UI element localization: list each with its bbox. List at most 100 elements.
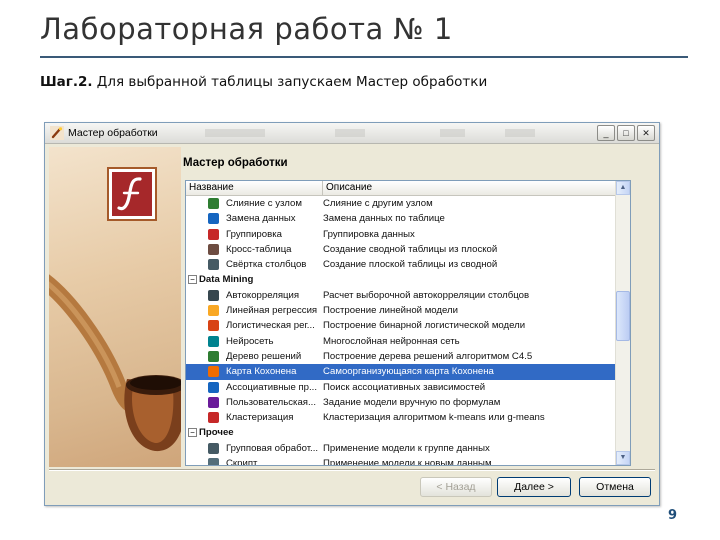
item-description: Применение модели к новым данным <box>323 458 492 466</box>
list-vertical-scrollbar[interactable]: ▲ ▼ <box>615 181 630 465</box>
wizard-wand-icon <box>50 126 64 140</box>
next-button[interactable]: Далее > <box>497 477 571 497</box>
group-label: Прочее <box>199 427 234 439</box>
group-icon <box>208 228 219 240</box>
item-description: Построение бинарной логистической модели <box>323 320 526 332</box>
list-group-row[interactable]: − Data Mining <box>186 272 616 287</box>
linear-regression-icon <box>208 305 219 317</box>
item-name: Скрипт <box>226 458 258 466</box>
window-titlebar[interactable]: Мастер обработки _ □ ✕ <box>45 123 659 144</box>
user-model-icon <box>208 396 219 408</box>
page-number: 9 <box>668 508 678 523</box>
replace-icon <box>208 213 219 225</box>
decision-tree-icon <box>208 350 219 362</box>
list-item[interactable]: Кластеризация Кластеризация алгоритмом k-… <box>186 410 616 425</box>
neural-net-icon <box>208 335 219 347</box>
list-item[interactable]: Линейная регрессия Построение линейной мо… <box>186 303 616 318</box>
window-title: Мастер обработки <box>68 127 158 139</box>
item-name: Дерево решений <box>226 350 302 362</box>
kohonen-map-icon <box>208 366 219 378</box>
button-area-divider <box>49 469 655 471</box>
background-ghost-text <box>505 129 535 137</box>
item-description: Кластеризация алгоритмом k-means или g-m… <box>323 412 545 424</box>
association-rules-icon <box>208 381 219 393</box>
merge-icon <box>208 198 219 209</box>
scroll-up-arrow-icon[interactable]: ▲ <box>616 181 630 195</box>
item-description: Задание модели вручную по формулам <box>323 396 501 408</box>
tree-collapse-icon[interactable]: − <box>188 275 197 285</box>
item-name: Замена данных <box>226 213 296 225</box>
item-description: Группировка данных <box>323 228 415 240</box>
background-ghost-text <box>440 129 465 137</box>
pipe-illustration-icon <box>49 274 181 452</box>
fold-columns-icon <box>208 259 219 271</box>
item-description: Создание плоской таблицы из сводной <box>323 259 498 271</box>
list-item[interactable]: Групповая обработ... Применение модели к … <box>186 441 616 456</box>
list-item[interactable]: Дерево решений Построение дерева решений … <box>186 349 616 364</box>
item-name: Кластеризация <box>226 412 294 424</box>
crosstab-icon <box>208 243 219 255</box>
item-name: Карта Кохонена <box>226 366 297 378</box>
item-name: Свёртка столбцов <box>226 259 307 271</box>
processor-list[interactable]: Название Описание Слияние с узлом Слияние… <box>185 180 631 466</box>
item-description: Применение модели к группе данных <box>323 442 490 454</box>
item-name: Кросс-таблица <box>226 243 292 255</box>
item-description: Создание сводной таблицы из плоской <box>323 243 498 255</box>
step-label: Шаг.2. <box>40 74 93 90</box>
cancel-button[interactable]: Отмена <box>579 477 651 497</box>
list-item[interactable]: Ассоциативные пр... Поиск ассоциативных з… <box>186 380 616 395</box>
list-item[interactable]: Логистическая рег... Построение бинарной … <box>186 318 616 333</box>
item-description: Расчет выборочной автокорреляции столбцо… <box>323 289 530 301</box>
minimize-button[interactable]: _ <box>597 125 615 141</box>
item-description: Поиск ассоциативных зависимостей <box>323 381 486 393</box>
column-header-description[interactable]: Описание <box>323 181 616 195</box>
item-name: Групповая обработ... <box>226 442 318 454</box>
list-item[interactable]: Автокорреляция Расчет выборочной автокорр… <box>186 288 616 303</box>
background-ghost-text <box>335 129 365 137</box>
list-item[interactable]: Свёртка столбцов Создание плоской таблицы… <box>186 257 616 272</box>
title-underline <box>40 56 688 58</box>
clustering-icon <box>208 412 219 424</box>
list-item[interactable]: Группировка Группировка данных <box>186 227 616 242</box>
group-label: Data Mining <box>199 274 254 286</box>
item-description: Построение дерева решений алгоритмом C4.… <box>323 350 533 362</box>
list-item[interactable]: Слияние с узлом Слияние с другим узлом <box>186 196 616 211</box>
list-column-header: Название Описание <box>186 181 616 196</box>
item-name: Логистическая рег... <box>226 320 315 332</box>
list-item[interactable]: Замена данных Замена данных по таблице <box>186 211 616 226</box>
list-group-row[interactable]: − Прочее <box>186 425 616 440</box>
item-description: Самоорганизующаяся карта Кохонена <box>323 366 494 378</box>
wizard-window: Мастер обработки _ □ ✕ Мастер обработки … <box>44 122 660 506</box>
tree-collapse-icon[interactable]: − <box>188 428 197 438</box>
scrollbar-thumb[interactable] <box>616 291 630 341</box>
item-name: Слияние с узлом <box>226 198 302 209</box>
list-item[interactable]: Нейросеть Многослойная нейронная сеть <box>186 334 616 349</box>
scroll-down-arrow-icon[interactable]: ▼ <box>616 451 630 465</box>
list-item[interactable]: Карта Кохонена Самоорганизующаяся карта К… <box>186 364 616 380</box>
item-name: Группировка <box>226 228 282 240</box>
item-name: Линейная регрессия <box>226 305 318 317</box>
script-icon <box>208 458 219 465</box>
list-rows: Слияние с узлом Слияние с другим узлом Зам… <box>186 196 616 466</box>
close-button[interactable]: ✕ <box>637 125 655 141</box>
wizard-side-illustration <box>49 147 181 467</box>
panel-header: Мастер обработки <box>183 157 288 169</box>
back-button[interactable]: < Назад <box>420 477 492 497</box>
step-instruction: Шаг.2. Для выбранной таблицы запускаем М… <box>40 74 487 90</box>
step-description: Для выбранной таблицы запускаем Мастер о… <box>92 74 488 90</box>
autocorrelation-icon <box>208 289 219 301</box>
item-description: Слияние с другим узлом <box>323 198 433 209</box>
item-name: Нейросеть <box>226 335 274 347</box>
item-description: Многослойная нейронная сеть <box>323 335 460 347</box>
item-name: Автокорреляция <box>226 289 300 301</box>
item-name: Ассоциативные пр... <box>226 381 317 393</box>
batch-processing-icon <box>208 442 219 454</box>
slide-title: Лабораторная работа № 1 <box>40 12 453 46</box>
item-name: Пользовательская... <box>226 396 316 408</box>
item-description: Замена данных по таблице <box>323 213 445 225</box>
list-item[interactable]: Пользовательская... Задание модели вручну… <box>186 395 616 410</box>
maximize-button[interactable]: □ <box>617 125 635 141</box>
column-header-name[interactable]: Название <box>186 181 323 195</box>
list-item[interactable]: Кросс-таблица Создание сводной таблицы из… <box>186 242 616 257</box>
list-item[interactable]: Скрипт Применение модели к новым данным <box>186 456 616 466</box>
